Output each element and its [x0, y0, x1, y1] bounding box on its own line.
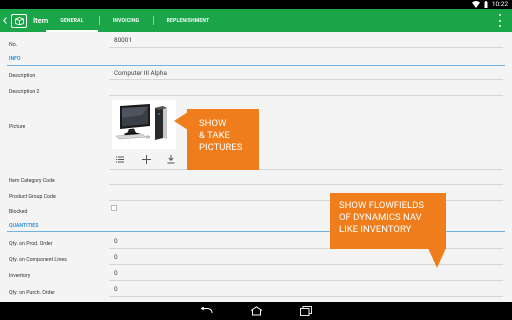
inventory-label: Inventory	[9, 273, 31, 279]
tab-divider	[153, 16, 154, 25]
info-section-header[interactable]: INFO	[9, 56, 21, 62]
description-field[interactable]: Computer III Alpha	[114, 69, 167, 77]
product-group-label: Product Group Code	[9, 194, 56, 200]
qty-purch-order-label: Qty. on Purch. Order	[9, 290, 55, 296]
qty-component-label: Qty. on Component Lines	[9, 257, 67, 263]
blocked-checkbox[interactable]	[111, 205, 117, 211]
inventory-underline	[109, 280, 503, 281]
no-field[interactable]: 80001	[114, 36, 132, 44]
back-icon[interactable]	[196, 305, 216, 317]
section-divider	[7, 65, 505, 66]
description2-field[interactable]	[114, 85, 502, 95]
battery-icon	[484, 1, 488, 8]
overflow-menu-icon[interactable]	[498, 14, 502, 27]
callout-pointer	[174, 112, 188, 130]
status-icons: 10:22	[471, 0, 508, 9]
no-underline	[109, 47, 503, 48]
description2-underline	[109, 95, 503, 96]
flowfields-callout: SHOW FLOWFIELDS OF DYNAMICS NAV LIKE INV…	[330, 193, 446, 249]
item-category-field[interactable]	[114, 174, 502, 184]
description-underline	[109, 79, 503, 80]
quantities-section-header[interactable]: QUANTITIES	[9, 223, 38, 229]
picture-label: Picture	[9, 124, 26, 130]
system-nav-bar	[0, 302, 512, 320]
picture-underline	[109, 169, 503, 170]
status-time: 10:22	[491, 0, 508, 8]
qty-prod-order-value[interactable]: 0	[114, 237, 118, 245]
item-icon	[11, 13, 27, 28]
back-chevron-icon[interactable]	[3, 17, 7, 24]
description-label: Description	[9, 73, 36, 79]
add-icon[interactable]	[142, 155, 151, 164]
recents-icon[interactable]	[296, 305, 316, 317]
no-label: No.	[9, 42, 18, 48]
qty-component-value[interactable]: 0	[114, 253, 118, 261]
qty-purch-order-value[interactable]: 0	[114, 285, 118, 293]
download-icon[interactable]	[167, 155, 175, 164]
description2-label: Description 2	[9, 89, 40, 95]
callout-pointer	[428, 248, 446, 268]
inventory-value[interactable]: 0	[114, 269, 118, 277]
status-bar: 10:22	[0, 0, 512, 9]
pictures-callout: SHOW & TAKE PICTURES	[187, 109, 259, 170]
item-category-underline	[109, 184, 503, 185]
blocked-label: Blocked	[9, 209, 28, 215]
app-bar: Item GENERAL INVOICING REPLENISHMENT	[0, 9, 512, 32]
home-icon[interactable]	[246, 305, 266, 317]
item-category-label: Item Category Code	[9, 178, 55, 184]
list-icon[interactable]	[116, 156, 124, 163]
qty-prod-order-label: Qty. on Prod. Order	[9, 241, 53, 247]
wifi-icon	[471, 1, 480, 8]
tab-general[interactable]: GENERAL	[46, 9, 98, 32]
tab-invoicing[interactable]: INVOICING	[100, 9, 152, 32]
item-picture[interactable]	[112, 100, 176, 149]
tab-replenishment[interactable]: REPLENISHMENT	[155, 9, 221, 32]
app-nav[interactable]: Item	[3, 13, 48, 28]
picture-toolbar	[113, 155, 183, 165]
qty-purch-order-underline	[109, 296, 503, 297]
